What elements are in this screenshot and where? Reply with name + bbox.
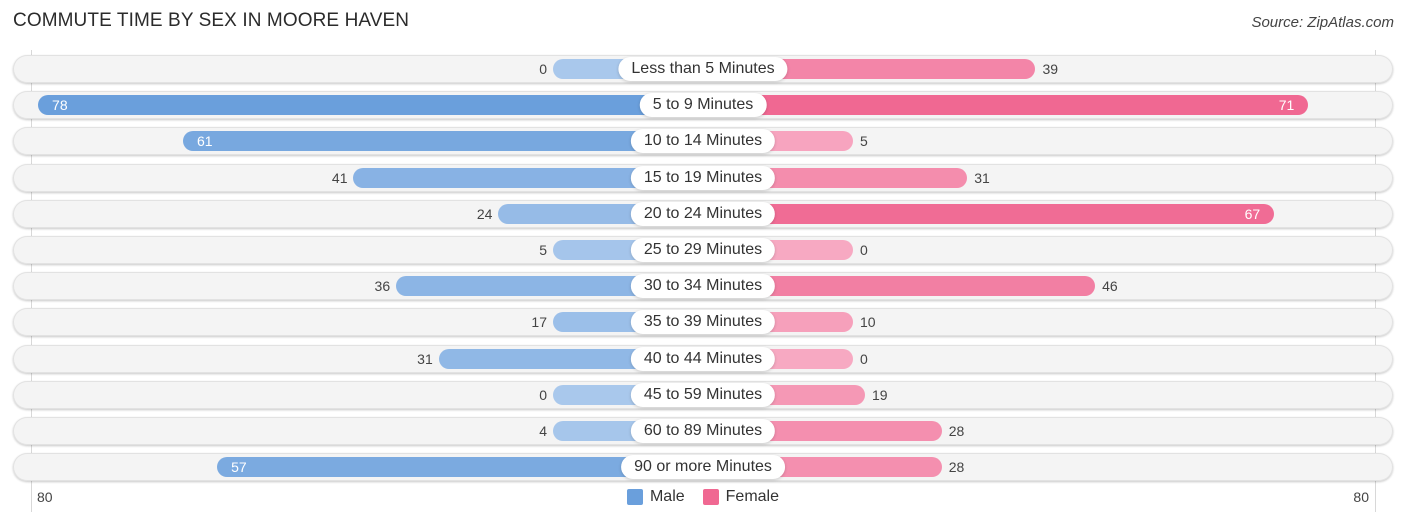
bar-female[interactable] (703, 203, 1275, 224)
value-label-male: 0 (539, 386, 547, 403)
category-label: 90 or more Minutes (621, 455, 785, 480)
value-label-female: 46 (1102, 278, 1118, 295)
value-label-male: 0 (539, 61, 547, 77)
category-label: 45 to 59 Minutes (630, 382, 776, 407)
legend: Male Female (0, 488, 1406, 506)
value-label-female: 67 (1244, 205, 1261, 222)
value-label-male: 31 (417, 350, 433, 367)
legend-swatch-male (626, 489, 643, 505)
bar-female[interactable] (703, 95, 1309, 116)
category-label: 35 to 39 Minutes (630, 310, 776, 335)
value-label-female: 39 (1042, 61, 1059, 77)
value-label-male: 5 (539, 242, 547, 258)
category-label: 15 to 19 Minutes (630, 165, 776, 190)
value-label-male: 41 (331, 169, 348, 186)
value-label-male: 61 (196, 133, 213, 150)
category-label: 20 to 24 Minutes (630, 201, 776, 226)
value-label-female: 28 (948, 423, 965, 439)
legend-item-male[interactable]: Male (626, 488, 685, 506)
value-label-female: 0 (860, 350, 868, 367)
value-label-male: 78 (52, 97, 68, 114)
legend-label-female: Female (725, 488, 780, 505)
value-label-female: 31 (974, 169, 990, 186)
category-label: 5 to 9 Minutes (639, 93, 767, 118)
legend-label-male: Male (649, 488, 685, 505)
value-label-female: 28 (948, 459, 965, 476)
value-label-female: 0 (860, 242, 868, 258)
value-label-female: 5 (860, 133, 868, 150)
legend-swatch-female (702, 489, 719, 505)
legend-item-female[interactable]: Female (702, 488, 780, 506)
category-label: 30 to 34 Minutes (630, 274, 776, 299)
value-label-male: 17 (531, 314, 547, 331)
category-label: 40 to 44 Minutes (630, 346, 776, 371)
value-label-female: 19 (871, 386, 888, 403)
value-label-male: 57 (231, 459, 247, 476)
category-label: Less than 5 Minutes (618, 57, 788, 81)
bar-male[interactable] (38, 95, 703, 116)
value-label-male: 4 (539, 423, 547, 439)
source-label: Source: ZipAtlas.com (1251, 14, 1394, 31)
chart-title: COMMUTE TIME BY SEX IN MOORE HAVEN (13, 10, 410, 31)
value-label-female: 10 (860, 314, 876, 331)
value-label-male: 24 (476, 205, 493, 222)
value-label-female: 71 (1278, 97, 1295, 114)
bar-male[interactable] (182, 131, 703, 152)
value-label-male: 36 (374, 278, 391, 295)
category-label: 25 to 29 Minutes (630, 238, 776, 262)
category-label: 10 to 14 Minutes (630, 129, 776, 154)
category-label: 60 to 89 Minutes (630, 419, 776, 443)
